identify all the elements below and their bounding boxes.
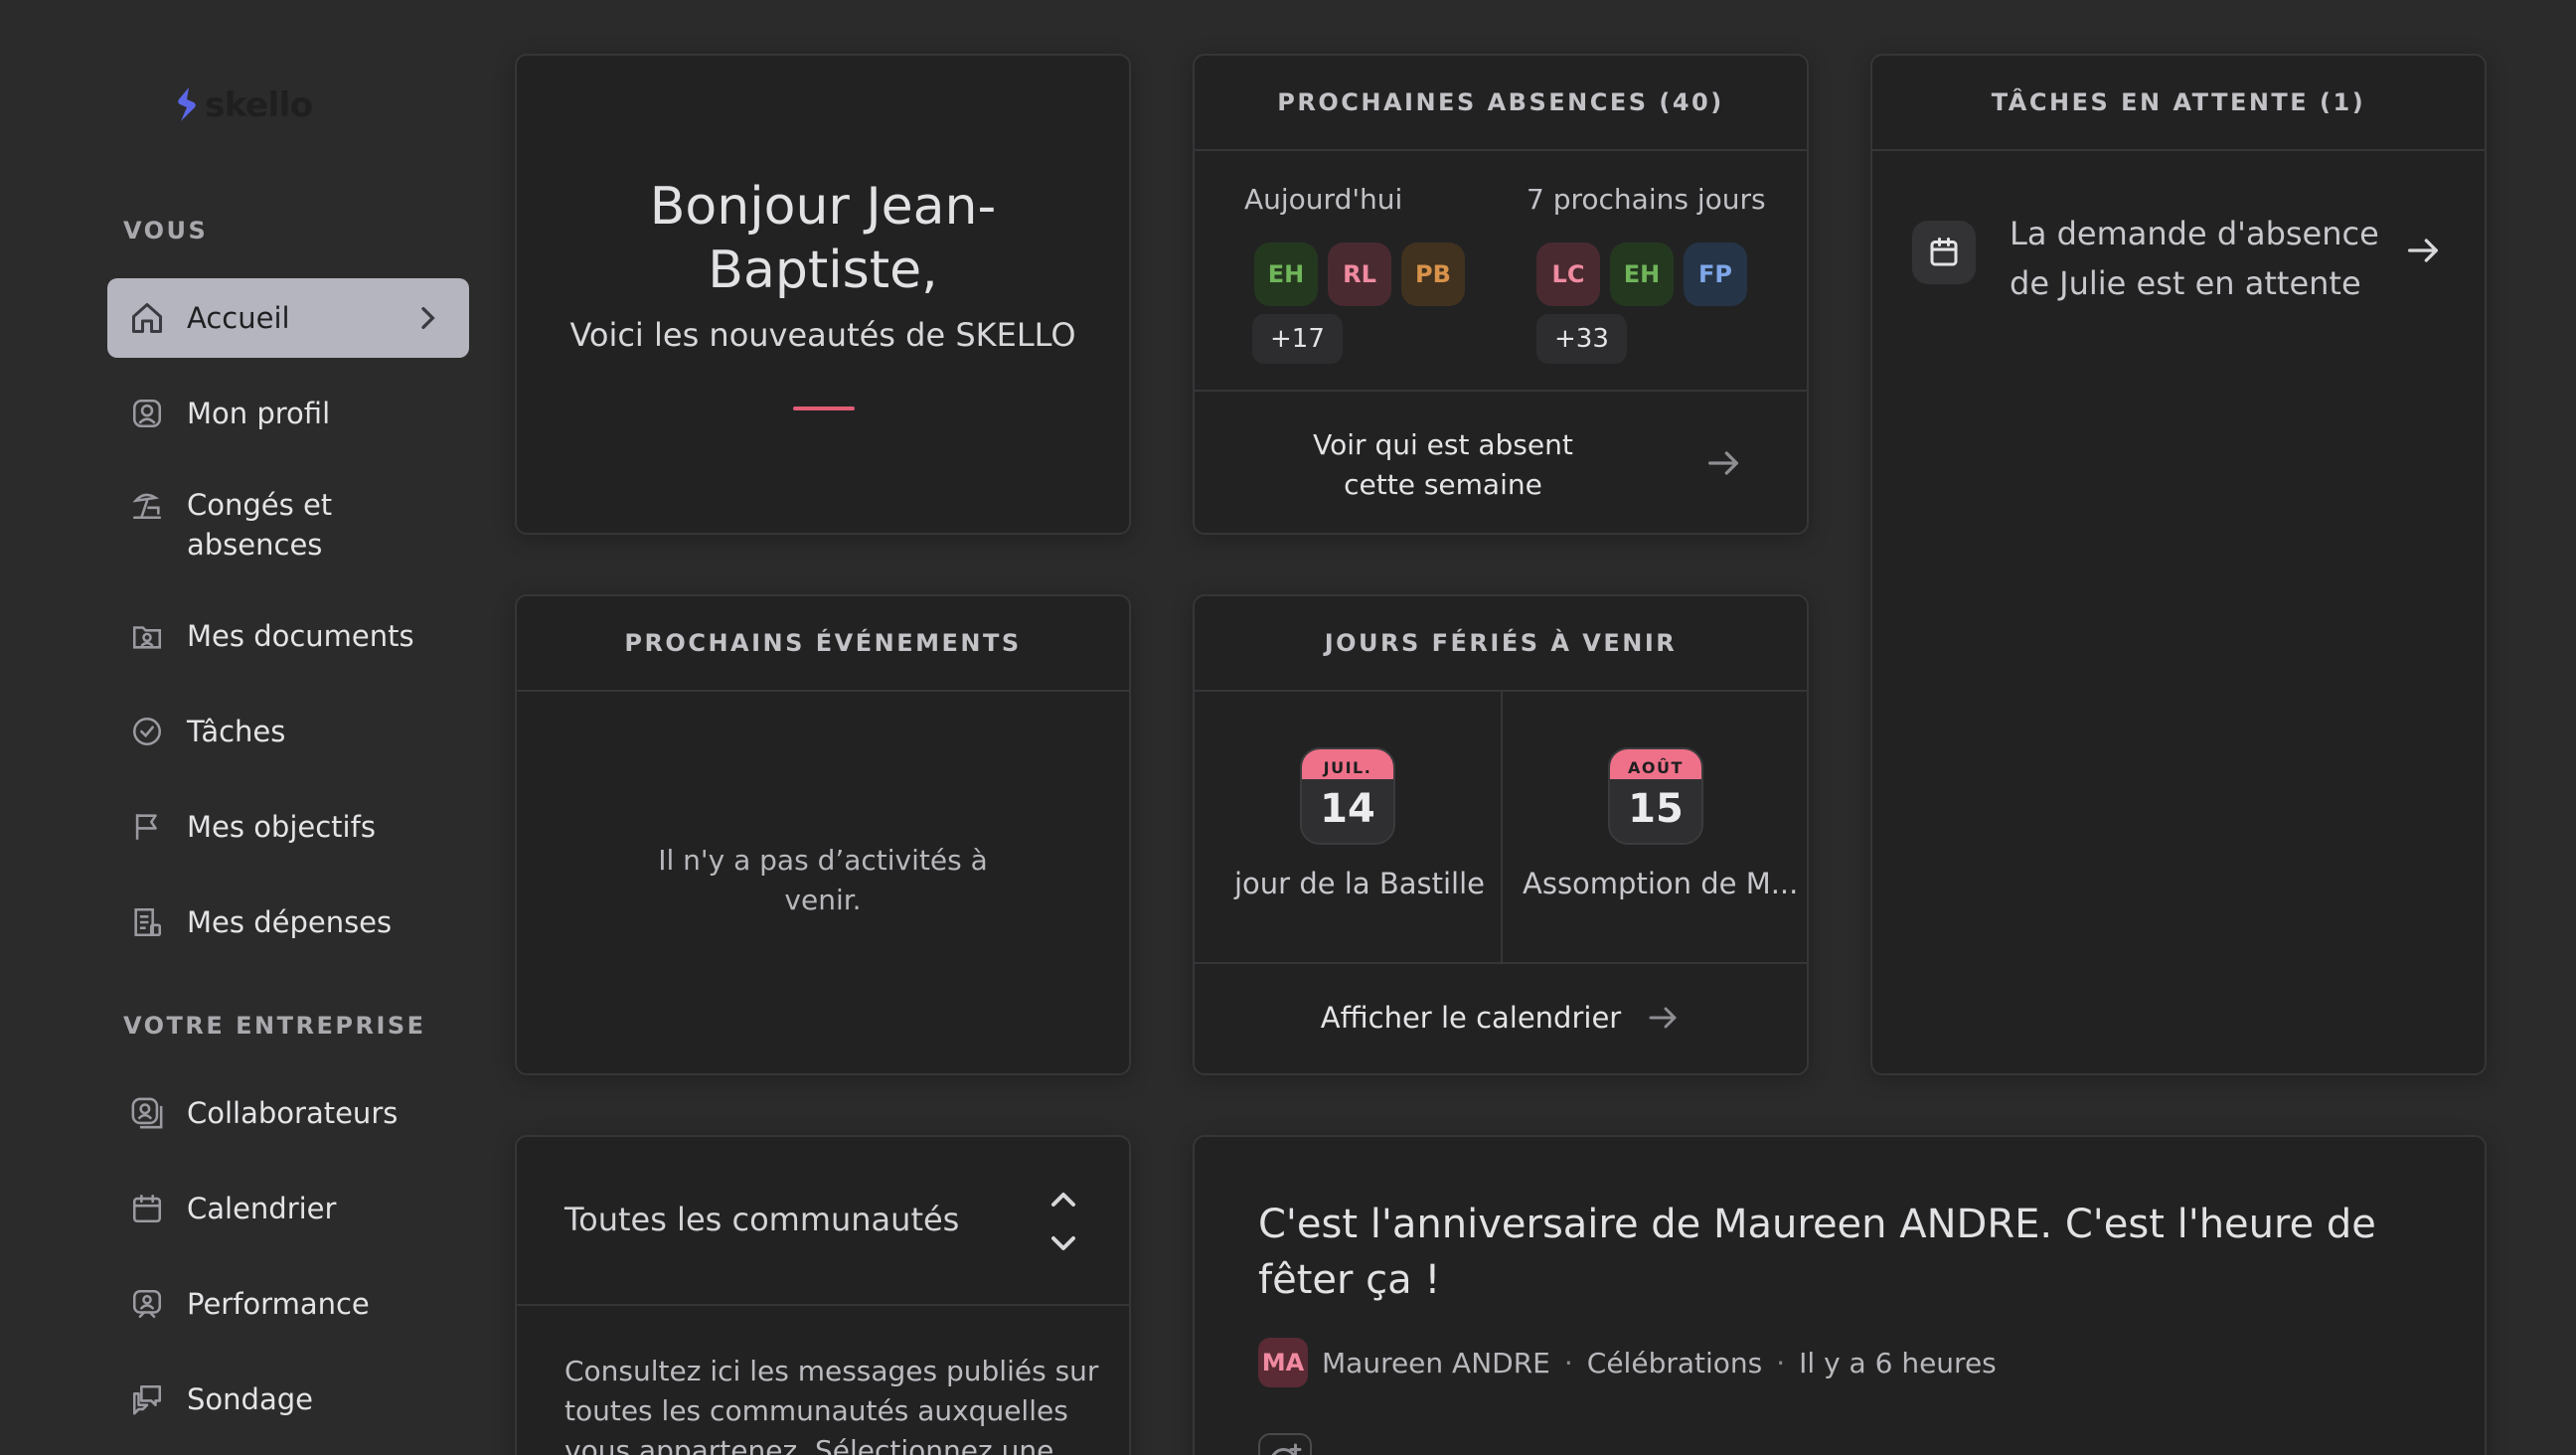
- chevron-right-icon: [421, 307, 435, 329]
- check-circle-icon: [127, 712, 167, 751]
- holiday-month: AOÛT: [1610, 749, 1701, 779]
- avatar[interactable]: PB: [1401, 242, 1465, 306]
- section-label-company: VOTRE ENTREPRISE: [123, 1012, 426, 1040]
- skello-logo-mark-icon: [178, 87, 196, 121]
- separator: ·: [1776, 1346, 1786, 1379]
- skello-logo[interactable]: skello: [175, 85, 313, 125]
- sidebar-item-taches[interactable]: Tâches: [107, 692, 469, 771]
- arrow-right-icon: [1649, 1007, 1677, 1029]
- avatar[interactable]: FP: [1684, 242, 1747, 306]
- separator: ·: [1563, 1346, 1573, 1379]
- holiday-item[interactable]: AOÛT 15 Assomption de M...: [1503, 692, 1807, 962]
- sidebar-item-sondage[interactable]: Sondage: [107, 1360, 469, 1439]
- communities-select-label: Toutes les communautés: [564, 1201, 960, 1238]
- sidebar-item-accueil[interactable]: Accueil: [107, 278, 469, 358]
- absences-footer-label: Voir qui est absent cette semaine: [1313, 428, 1573, 501]
- post-card: C'est l'anniversaire de Maureen ANDRE. C…: [1193, 1135, 2487, 1455]
- brand-name: skello: [205, 85, 313, 125]
- sidebar-item-label: Calendrier: [187, 1192, 337, 1225]
- sidebar-item-mon-profil[interactable]: Mon profil: [107, 374, 469, 453]
- task-text: La demande d'absence de Julie est en att…: [2010, 215, 2379, 302]
- sidebar-item-mes-objectifs[interactable]: Mes objectifs: [107, 787, 469, 867]
- flag-icon: [127, 807, 167, 847]
- holiday-name: jour de la Bastille: [1234, 867, 1485, 900]
- holidays-header: JOURS FÉRIÉS À VENIR: [1195, 596, 1807, 692]
- avatar[interactable]: EH: [1254, 242, 1318, 306]
- calendar-icon: [1912, 221, 1976, 284]
- avatar[interactable]: RL: [1328, 242, 1391, 306]
- absences-card: PROCHAINES ABSENCES (40) Aujourd'hui 7 p…: [1193, 54, 1809, 535]
- profile-icon: [127, 394, 167, 433]
- tasks-card: TÂCHES EN ATTENTE (1) La demande d'absen…: [1870, 54, 2487, 1075]
- post-category[interactable]: Célébrations: [1587, 1347, 1762, 1379]
- week-more-count[interactable]: +33: [1536, 314, 1627, 364]
- holiday-day: 15: [1628, 786, 1684, 832]
- holiday-month: JUIL.: [1302, 749, 1393, 779]
- chevron-up-down-icon: [1051, 1193, 1075, 1250]
- sidebar-item-label: Mes dépenses: [187, 905, 393, 939]
- today-label: Aujourd'hui: [1244, 183, 1403, 216]
- events-card: PROCHAINS ÉVÉNEMENTS Il n'y a pas d’acti…: [515, 594, 1131, 1075]
- sidebar-item-calendrier[interactable]: Calendrier: [107, 1169, 469, 1248]
- week-label: 7 prochains jours: [1527, 183, 1766, 216]
- documents-icon: [127, 616, 167, 656]
- post-author[interactable]: Maureen ANDRE: [1322, 1347, 1550, 1379]
- post-title: C'est l'anniversaire de Maureen ANDRE. C…: [1258, 1202, 2376, 1303]
- avatar[interactable]: LC: [1536, 242, 1600, 306]
- calendar-link-label: Afficher le calendrier: [1320, 1001, 1622, 1035]
- sidebar-item-label: Mes documents: [187, 619, 414, 653]
- add-reaction-button[interactable]: [1258, 1433, 1312, 1455]
- sidebar-item-performance[interactable]: Performance: [107, 1264, 469, 1344]
- holiday-item[interactable]: JUIL. 14 jour de la Bastille: [1195, 692, 1501, 962]
- welcome-subtitle: Voici les nouveautés de SKELLO: [569, 316, 1076, 354]
- sidebar-item-label: Collaborateurs: [187, 1096, 399, 1130]
- communities-description: Consultez ici les messages publiés sur t…: [564, 1355, 1099, 1455]
- avatar[interactable]: MA: [1258, 1338, 1308, 1387]
- tasks-header: TÂCHES EN ATTENTE (1): [1872, 56, 2485, 151]
- sidebar-item-conges[interactable]: Congés et absences: [107, 483, 469, 566]
- absences-header: PROCHAINES ABSENCES (40): [1195, 56, 1807, 151]
- home-icon: [127, 298, 167, 338]
- task-item[interactable]: La demande d'absence de Julie est en att…: [1872, 151, 2485, 350]
- sidebar-item-mes-depenses[interactable]: Mes dépenses: [107, 883, 469, 962]
- calendar-icon: [127, 1189, 167, 1228]
- emoji-add-icon: [1271, 1443, 1302, 1455]
- events-empty-text: Il n'y a pas d’activités à venir.: [658, 844, 988, 916]
- events-header: PROCHAINS ÉVÉNEMENTS: [517, 596, 1129, 692]
- sidebar-item-label: Accueil: [187, 301, 290, 335]
- sidebar-item-label: Sondage: [187, 1382, 313, 1416]
- calendar-footer-link[interactable]: Afficher le calendrier: [1195, 962, 1807, 1073]
- users-icon: [127, 1093, 167, 1133]
- sidebar-item-label: Congés et absences: [187, 488, 333, 562]
- holiday-date-badge: AOÛT 15: [1608, 747, 1703, 845]
- avatar[interactable]: EH: [1610, 242, 1674, 306]
- today-more-count[interactable]: +17: [1252, 314, 1343, 364]
- welcome-card: Bonjour Jean-Baptiste, Voici les nouveau…: [515, 54, 1131, 535]
- absences-footer-link[interactable]: Voir qui est absent cette semaine: [1195, 390, 1807, 533]
- holiday-name: Assomption de M...: [1523, 867, 1799, 900]
- section-label-you: VOUS: [123, 217, 209, 244]
- post-meta: MA Maureen ANDRE · Célébrations · Il y a…: [1258, 1338, 1997, 1387]
- communities-card: Toutes les communautés Consultez ici les…: [515, 1135, 1131, 1455]
- communities-select[interactable]: Toutes les communautés: [517, 1137, 1129, 1306]
- holiday-date-badge: JUIL. 14: [1300, 747, 1395, 845]
- receipt-icon: [127, 902, 167, 942]
- sidebar-item-label: Mon profil: [187, 397, 331, 430]
- sidebar-item-label: Mes objectifs: [187, 810, 376, 844]
- sidebar-item-collaborateurs[interactable]: Collaborateurs: [107, 1073, 469, 1153]
- sidebar-item-label: Performance: [187, 1287, 370, 1321]
- sidebar-item-mes-documents[interactable]: Mes documents: [107, 596, 469, 676]
- survey-icon: [127, 1379, 167, 1419]
- sidebar-item-label: Tâches: [187, 715, 286, 748]
- arrow-right-icon: [1708, 451, 1738, 475]
- holiday-day: 14: [1320, 786, 1375, 832]
- welcome-title: Bonjour Jean-Baptiste,: [649, 177, 997, 300]
- post-time: Il y a 6 heures: [1799, 1346, 1997, 1379]
- beach-icon: [127, 485, 167, 525]
- performance-icon: [127, 1284, 167, 1324]
- accent-line: [793, 406, 855, 410]
- holidays-card: JOURS FÉRIÉS À VENIR JUIL. 14 jour de la…: [1193, 594, 1809, 1075]
- arrow-right-icon: [2408, 239, 2438, 262]
- sidebar: skello VOUS Accueil Mon profil Congés et…: [0, 0, 497, 1455]
